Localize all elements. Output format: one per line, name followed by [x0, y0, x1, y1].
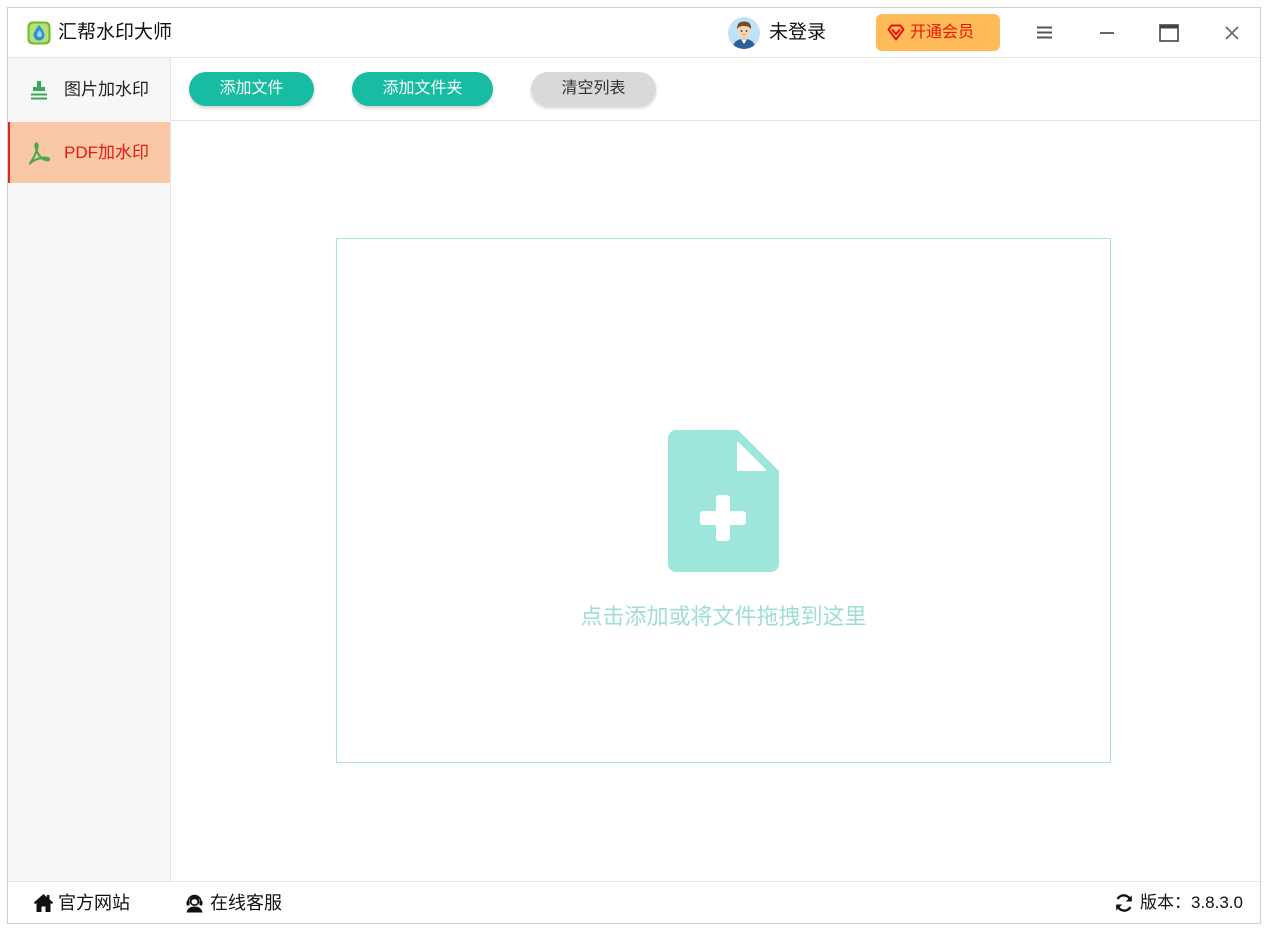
menu-button[interactable] [1022, 8, 1066, 57]
refresh-icon[interactable] [1114, 893, 1134, 913]
status-bar: 官方网站 在线客服 版本：3.8.3.0 [8, 881, 1260, 923]
official-website-label: 官方网站 [58, 893, 130, 913]
vip-button-label: 开通会员 [910, 24, 975, 41]
maximize-icon [1159, 23, 1179, 42]
sidebar-item-pdf-watermark[interactable]: PDF加水印 [8, 122, 170, 183]
file-drop-zone[interactable]: 点击添加或将文件拖拽到这里 [336, 238, 1111, 763]
sidebar-item-label: 图片加水印 [64, 80, 149, 99]
maximize-button[interactable] [1147, 8, 1191, 57]
login-status-label: 未登录 [769, 22, 827, 43]
app-window: 汇帮水印大师 未登录 开通会员 图片加水印 PDF加水印 添加文件 添加文件夹 … [7, 7, 1261, 924]
minimize-icon [1100, 31, 1114, 34]
version-info: 版本：3.8.3.0 [1114, 883, 1254, 923]
sidebar-item-label: PDF加水印 [64, 143, 149, 162]
sidebar: 图片加水印 PDF加水印 [8, 58, 171, 881]
close-icon [1225, 25, 1239, 40]
official-website-link[interactable]: 官方网站 [33, 883, 141, 923]
drop-zone-hint: 点击添加或将文件拖拽到这里 [580, 604, 867, 629]
avatar-icon [728, 17, 760, 49]
clear-list-button[interactable]: 清空列表 [531, 72, 656, 106]
app-logo-icon [27, 21, 51, 45]
toolbar: 添加文件 添加文件夹 清空列表 [171, 58, 1260, 121]
title-bar: 汇帮水印大师 未登录 开通会员 [8, 8, 1260, 58]
home-icon [33, 894, 54, 912]
add-file-button[interactable]: 添加文件 [189, 72, 314, 106]
login-button[interactable]: 未登录 [728, 17, 840, 49]
stamp-icon [31, 81, 47, 100]
diamond-icon [887, 24, 905, 41]
file-add-icon [668, 430, 779, 572]
close-button[interactable] [1210, 8, 1254, 57]
app-title: 汇帮水印大师 [58, 22, 173, 43]
pdf-icon [28, 142, 51, 165]
add-folder-button[interactable]: 添加文件夹 [352, 72, 493, 106]
version-label: 版本：3.8.3.0 [1140, 893, 1243, 912]
minimize-button[interactable] [1085, 8, 1129, 57]
online-support-label: 在线客服 [210, 893, 282, 913]
online-support-link[interactable]: 在线客服 [184, 883, 294, 923]
menu-icon [1036, 26, 1052, 39]
vip-button[interactable]: 开通会员 [876, 14, 1000, 51]
sidebar-item-image-watermark[interactable]: 图片加水印 [8, 58, 170, 122]
customer-service-icon [186, 894, 203, 913]
